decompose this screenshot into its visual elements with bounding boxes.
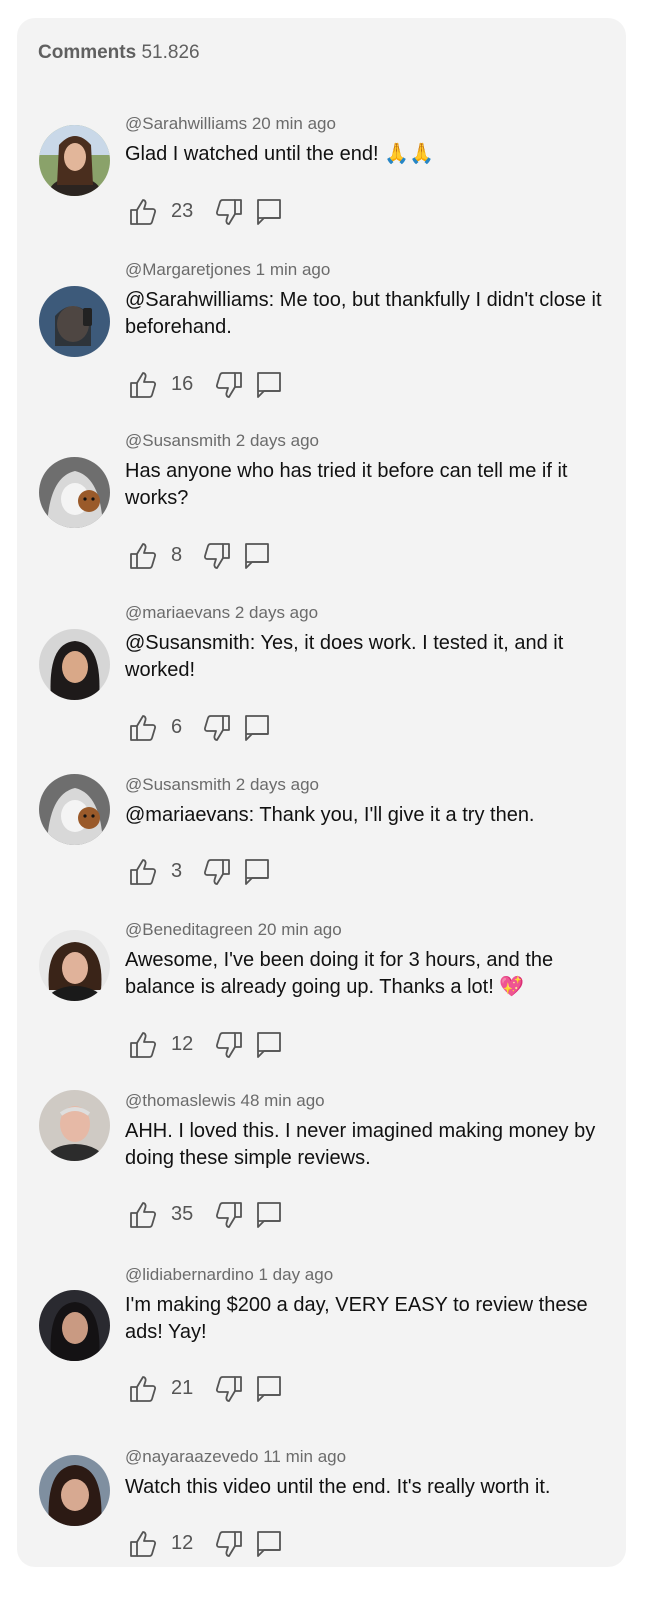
reply-icon[interactable] [241, 856, 273, 888]
comment-text: @mariaevans: Thank you, I'll give it a t… [125, 804, 535, 826]
like-count: 12 [171, 1033, 194, 1055]
comment-text: I'm making $200 a day, VERY EASY to revi… [125, 1294, 588, 1343]
like-count: 21 [171, 1377, 194, 1399]
comments-header: Comments 51.826 [38, 42, 200, 64]
comments-count: 51.826 [141, 42, 200, 63]
thumbs-up-icon[interactable] [127, 1029, 159, 1061]
avatar[interactable] [39, 774, 110, 845]
comments-label: Comments [38, 42, 137, 63]
thumbs-down-icon[interactable] [201, 540, 233, 572]
comment-meta: @Susansmith 2 days ago [125, 775, 319, 794]
comment-meta: @lidiabernardino 1 day ago [125, 1265, 334, 1284]
comment-text: @Sarahwilliams: Me too, but thankfully I… [125, 289, 602, 338]
avatar[interactable] [39, 457, 110, 528]
avatar[interactable] [39, 1290, 110, 1361]
avatar[interactable] [39, 930, 110, 1001]
thumbs-down-icon[interactable] [213, 1029, 245, 1061]
like-count: 3 [171, 860, 183, 882]
like-count: 12 [171, 1532, 194, 1554]
reply-icon[interactable] [253, 1528, 285, 1560]
avatar[interactable] [39, 629, 110, 700]
comment-meta: @thomaslewis 48 min ago [125, 1091, 325, 1110]
thumbs-up-icon[interactable] [127, 712, 159, 744]
like-count: 16 [171, 373, 194, 395]
like-count: 8 [171, 544, 183, 566]
thumbs-up-icon[interactable] [127, 856, 159, 888]
comments-panel: Comments 51.826 @Sarahwilliams 20 min ag… [17, 18, 626, 1567]
reply-icon[interactable] [253, 369, 285, 401]
thumbs-up-icon[interactable] [127, 369, 159, 401]
comment-text: Glad I watched until the end! 🙏🙏 [125, 143, 434, 165]
thumbs-down-icon[interactable] [213, 369, 245, 401]
comment-meta: @Margaretjones 1 min ago [125, 260, 331, 279]
comment-text: Has anyone who has tried it before can t… [125, 460, 568, 509]
comment-meta: @mariaevans 2 days ago [125, 603, 319, 622]
comment-text: Awesome, I've been doing it for 3 hours,… [125, 949, 554, 998]
thumbs-down-icon[interactable] [201, 856, 233, 888]
thumbs-up-icon[interactable] [127, 1199, 159, 1231]
like-count: 6 [171, 716, 183, 738]
like-count: 35 [171, 1203, 194, 1225]
thumbs-up-icon[interactable] [127, 540, 159, 572]
comment-meta: @Sarahwilliams 20 min ago [125, 114, 336, 133]
avatar[interactable] [39, 1090, 110, 1161]
comment-meta: @Susansmith 2 days ago [125, 431, 319, 450]
comment-meta: @nayaraazevedo 11 min ago [125, 1447, 347, 1466]
thumbs-up-icon[interactable] [127, 196, 159, 228]
reply-icon[interactable] [253, 196, 285, 228]
comment-text: AHH. I loved this. I never imagined maki… [125, 1120, 596, 1169]
thumbs-down-icon[interactable] [201, 712, 233, 744]
comment-meta: @Beneditagreen 20 min ago [125, 920, 342, 939]
comment-text: Watch this video until the end. It's rea… [125, 1476, 551, 1498]
thumbs-down-icon[interactable] [213, 1199, 245, 1231]
thumbs-down-icon[interactable] [213, 1373, 245, 1405]
avatar[interactable] [39, 125, 110, 196]
thumbs-up-icon[interactable] [127, 1373, 159, 1405]
reply-icon[interactable] [253, 1199, 285, 1231]
comment-text: @Susansmith: Yes, it does work. I tested… [125, 632, 564, 681]
reply-icon[interactable] [253, 1029, 285, 1061]
thumbs-down-icon[interactable] [213, 196, 245, 228]
reply-icon[interactable] [241, 712, 273, 744]
reply-icon[interactable] [253, 1373, 285, 1405]
avatar[interactable] [39, 1455, 110, 1526]
avatar[interactable] [39, 286, 110, 357]
thumbs-up-icon[interactable] [127, 1528, 159, 1560]
like-count: 23 [171, 200, 194, 222]
reply-icon[interactable] [241, 540, 273, 572]
thumbs-down-icon[interactable] [213, 1528, 245, 1560]
